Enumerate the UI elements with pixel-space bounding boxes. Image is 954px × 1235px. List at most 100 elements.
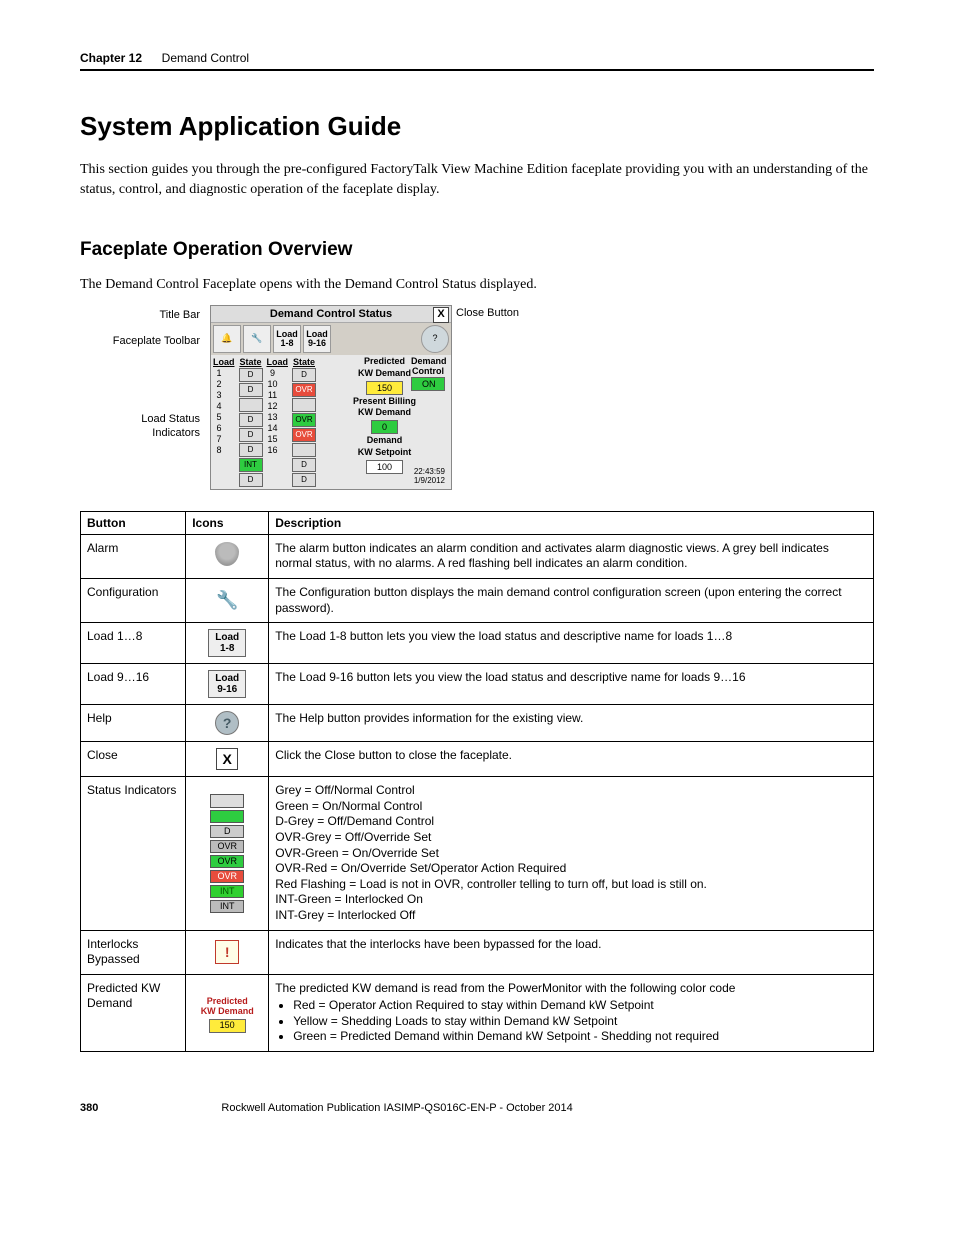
status-grey-icon (210, 794, 244, 808)
page-header: Chapter 12 Demand Control (80, 50, 874, 71)
config-button[interactable]: 🔧 (243, 325, 271, 353)
icon-text-l2: 9-16 (217, 684, 237, 695)
icon-text-l1: Load (215, 673, 239, 684)
load-num: 15 (267, 434, 279, 444)
page-footer: 380 Rockwell Automation Publication IASI… (80, 1102, 874, 1114)
predicted-bullet: Yellow = Shedding Loads to stay within D… (293, 1014, 867, 1030)
status-indicator-stack: D OVR OVR OVR INT INT (210, 794, 244, 913)
faceplate-toolbar: 🔔 🔧 Load 1-8 Load 9-16 ? (211, 323, 451, 355)
chapter-title: Demand Control (162, 51, 249, 65)
button-desc: The Load 1-8 button lets you view the lo… (269, 623, 874, 664)
load-num: 13 (267, 412, 279, 422)
table-row: Close X Click the Close button to close … (81, 742, 874, 777)
predicted-bullet: Green = Predicted Demand within Demand k… (293, 1029, 867, 1045)
page-title: System Application Guide (80, 111, 874, 142)
alarm-button[interactable]: 🔔 (213, 325, 241, 353)
faceplate-title-text: Demand Control Status (270, 308, 392, 320)
predicted-value: 150 (366, 381, 403, 395)
status-ovr-green-icon: OVR (210, 855, 244, 868)
present-label-l2: KW Demand (358, 408, 411, 418)
th-description: Description (269, 511, 874, 534)
button-name: Configuration (81, 578, 186, 622)
button-name: Load 9…16 (81, 664, 186, 705)
load-num: 9 (267, 368, 279, 378)
close-icon: X (216, 748, 238, 770)
faceplate-time: 22:43:59 (414, 467, 445, 476)
status-desc-line: Red Flashing = Load is not in OVR, contr… (275, 877, 867, 893)
state-box: OVR (292, 413, 316, 427)
table-row: Predicted KW Demand Predicted KW Demand … (81, 974, 874, 1051)
predicted-name-l1: Predicted KW (87, 981, 160, 995)
table-row: Load 1…8 Load 1-8 The Load 1-8 button le… (81, 623, 874, 664)
load-9-16-button[interactable]: Load 9-16 (303, 325, 331, 353)
faceplate-time-date: 22:43:59 1/9/2012 (414, 467, 445, 485)
col-head-load: Load (267, 357, 289, 367)
dc-label-l2: Control (411, 367, 445, 377)
state-box: D (239, 368, 263, 382)
bell-icon (215, 542, 239, 566)
button-desc: The Configuration button displays the ma… (269, 578, 874, 622)
col-head-load: Load (213, 357, 235, 367)
status-int-grey-icon: INT (210, 900, 244, 913)
state-box (292, 443, 316, 457)
state-box: D (239, 413, 263, 427)
status-ovr-grey-icon: OVR (210, 840, 244, 853)
load-num: 5 (213, 412, 225, 422)
button-desc: The alarm button indicates an alarm cond… (269, 534, 874, 578)
th-button: Button (81, 511, 186, 534)
callout-load-status-l1: Load Status (80, 413, 200, 425)
pred-icon-val: 150 (209, 1019, 246, 1033)
faceplate-readouts: Demand Control ON Predicted KW Demand 15… (320, 357, 449, 487)
faceplate-date: 1/9/2012 (414, 476, 445, 485)
th-icons: Icons (186, 511, 269, 534)
load-num: 8 (213, 445, 225, 455)
load-num: 10 (267, 379, 279, 389)
state-box: D (239, 473, 263, 487)
help-icon: ? (215, 711, 239, 735)
wrench-icon: 🔧 (216, 590, 238, 610)
button-name: Status Indicators (81, 777, 186, 930)
dc-value: ON (411, 377, 445, 391)
load-col-1: Load 1 2 3 4 5 6 7 8 (213, 357, 235, 487)
state-box: OVR (292, 383, 316, 397)
button-desc: The Load 9-16 button lets you view the l… (269, 664, 874, 705)
button-name: Predicted KW Demand (81, 974, 186, 1051)
state-col-2: State D OVR OVR OVR D D (292, 357, 316, 487)
status-desc-line: INT-Green = Interlocked On (275, 892, 867, 908)
predicted-label-l1: Predicted (364, 357, 405, 367)
state-box: INT (239, 458, 263, 472)
predicted-name-l2: Demand (87, 996, 132, 1010)
load-col-2: Load 9 10 11 12 13 14 15 16 (267, 357, 289, 487)
load-1-8-icon: Load 1-8 (208, 629, 246, 657)
status-ovr-red-icon: OVR (210, 870, 244, 883)
state-box (292, 398, 316, 412)
predicted-label-l2: KW Demand (358, 369, 411, 379)
predicted-desc-lead: The predicted KW demand is read from the… (275, 981, 735, 995)
status-desc-line: OVR-Red = On/Override Set/Operator Actio… (275, 861, 867, 877)
state-box: D (239, 443, 263, 457)
close-icon[interactable]: X (433, 307, 449, 323)
intro-paragraph: This section guides you through the pre-… (80, 160, 874, 199)
state-box: D (239, 428, 263, 442)
load-num: 3 (213, 390, 225, 400)
button-desc: The predicted KW demand is read from the… (269, 974, 874, 1051)
interlock-bypassed-icon: ! (215, 940, 239, 964)
icon-text-l1: Load (215, 632, 239, 643)
button-name: Alarm (81, 534, 186, 578)
load-1-8-button[interactable]: Load 1-8 (273, 325, 301, 353)
present-value: 0 (371, 420, 398, 434)
status-desc-line: OVR-Grey = Off/Override Set (275, 830, 867, 846)
state-box (239, 398, 263, 412)
demand-control-readout: Demand Control ON (411, 357, 445, 391)
status-green-icon (210, 810, 244, 823)
table-row: Configuration 🔧 The Configuration button… (81, 578, 874, 622)
help-button[interactable]: ? (421, 325, 449, 353)
table-row: Help ? The Help button provides informat… (81, 705, 874, 742)
state-col-1: State D D D D D INT D (239, 357, 263, 487)
load-num: 12 (267, 401, 279, 411)
button-name: Load 1…8 (81, 623, 186, 664)
state-box: D (292, 473, 316, 487)
setpoint-label-l1: Demand (367, 436, 403, 446)
load-num: 4 (213, 401, 225, 411)
faceplate-titlebar: Demand Control Status X (211, 306, 451, 323)
